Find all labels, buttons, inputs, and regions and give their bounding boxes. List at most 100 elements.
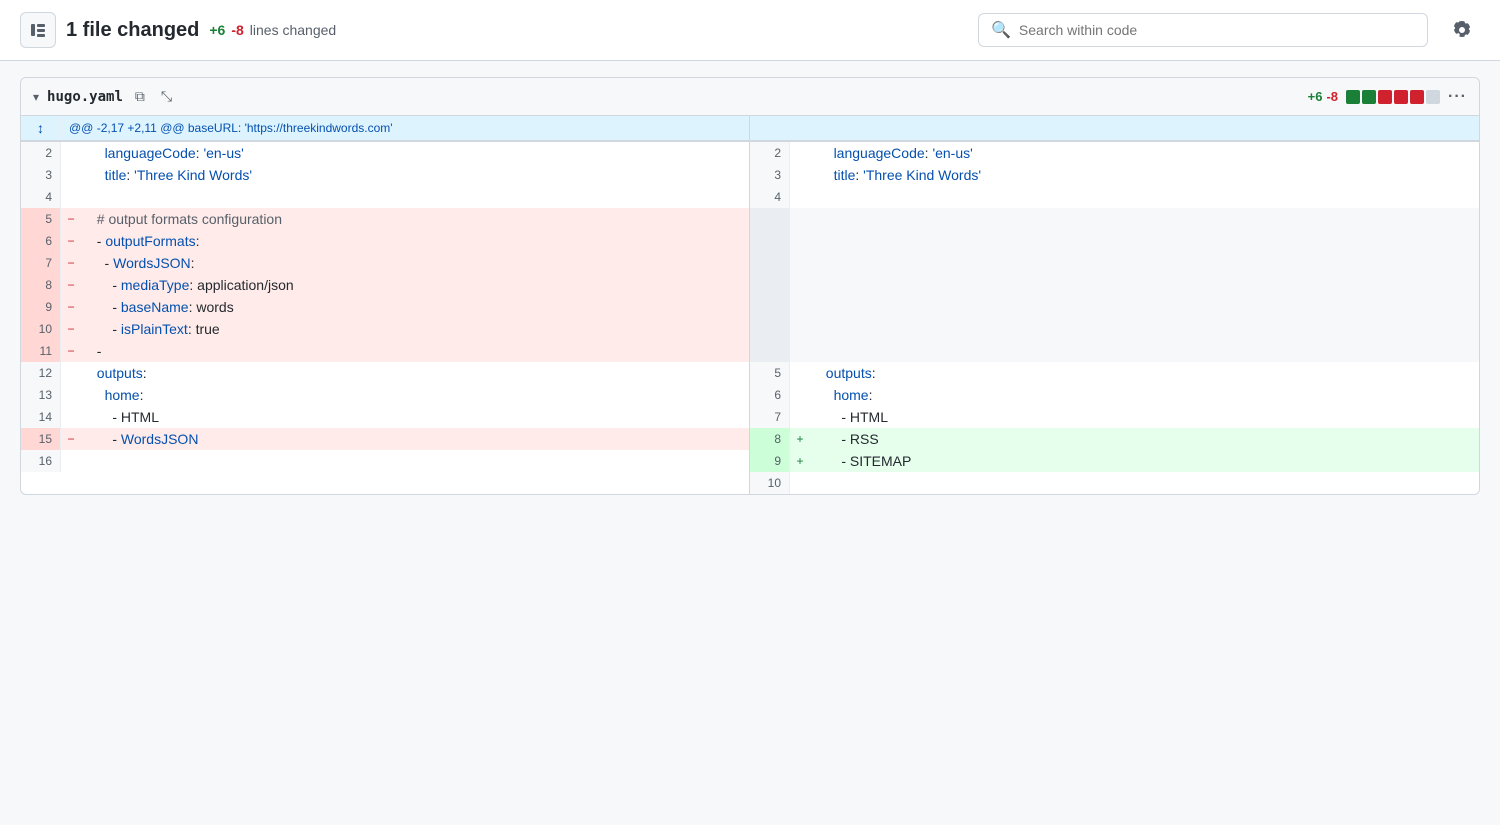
left-line-14: 14 - HTML	[21, 406, 749, 428]
left-line-num-3: 3	[21, 164, 61, 186]
left-line-num-5: 5	[21, 208, 61, 230]
right-empty-num-7	[750, 340, 790, 362]
left-code-3: title: 'Three Kind Words'	[81, 164, 749, 186]
left-code-13: home:	[81, 384, 749, 406]
right-line-num-7: 7	[750, 406, 790, 428]
right-code-10	[810, 472, 1479, 494]
sidebar-toggle-button[interactable]	[20, 12, 56, 48]
right-line-9: 9 + - SITEMAP	[750, 450, 1479, 472]
left-line-16: 16	[21, 450, 749, 472]
left-line-6: 6 − - outputFormats:	[21, 230, 749, 252]
right-marker-6	[790, 384, 810, 406]
left-marker-3	[61, 164, 81, 186]
right-empty-code-7	[810, 340, 1479, 362]
collapse-icon[interactable]: ▾	[33, 90, 39, 104]
left-line-13: 13 home:	[21, 384, 749, 406]
right-marker-8: +	[790, 428, 810, 450]
settings-button[interactable]	[1444, 12, 1480, 48]
stats-label: lines changed	[250, 22, 336, 38]
left-marker-16	[61, 450, 81, 472]
left-line-2: 2 languageCode: 'en-us'	[21, 142, 749, 164]
left-line-num-6: 6	[21, 230, 61, 252]
right-marker-3	[790, 164, 810, 186]
diff-block-5	[1410, 90, 1424, 104]
left-line-num-11: 11	[21, 340, 61, 362]
right-marker-7	[790, 406, 810, 428]
right-line-5: 5 outputs:	[750, 362, 1479, 384]
diff-block-2	[1362, 90, 1376, 104]
right-empty-marker-5	[790, 296, 810, 318]
right-line-3: 3 title: 'Three Kind Words'	[750, 164, 1479, 186]
diff-block-3	[1378, 90, 1392, 104]
left-line-num-4: 4	[21, 186, 61, 208]
more-options-button[interactable]: ···	[1448, 88, 1467, 106]
diff-right-side: 2 languageCode: 'en-us' 3 title: 'Three …	[750, 142, 1479, 494]
right-line-num-2: 2	[750, 142, 790, 164]
left-line-3: 3 title: 'Three Kind Words'	[21, 164, 749, 186]
diff-split-view: 2 languageCode: 'en-us' 3 title: 'Three …	[21, 141, 1479, 494]
right-empty-num-4	[750, 274, 790, 296]
copy-icon[interactable]: ⧉	[131, 86, 149, 107]
left-code-6: - outputFormats:	[81, 230, 749, 252]
left-line-5: 5 − # output formats configuration	[21, 208, 749, 230]
right-code-9: - SITEMAP	[810, 450, 1479, 472]
right-empty-marker-7	[790, 340, 810, 362]
right-code-6: home:	[810, 384, 1479, 406]
right-code-7: - HTML	[810, 406, 1479, 428]
right-line-2: 2 languageCode: 'en-us'	[750, 142, 1479, 164]
right-empty-6	[750, 318, 1479, 340]
right-empty-5	[750, 296, 1479, 318]
expand-icon[interactable]: ⤡	[157, 86, 176, 107]
left-line-10: 10 − - isPlainText: true	[21, 318, 749, 340]
left-code-10: - isPlainText: true	[81, 318, 749, 340]
search-input[interactable]	[1019, 22, 1415, 38]
hunk-info-right	[790, 118, 806, 138]
right-line-num-4: 4	[750, 186, 790, 208]
right-empty-num-1	[750, 208, 790, 230]
left-code-15: - WordsJSON	[81, 428, 749, 450]
file-header-right: +6 -8 ···	[1308, 88, 1467, 106]
search-box[interactable]: 🔍	[978, 13, 1428, 47]
right-empty-marker-2	[790, 230, 810, 252]
hunk-expand-icon-right[interactable]	[750, 118, 790, 138]
left-line-11: 11 − -	[21, 340, 749, 362]
header-left: 1 file changed +6 -8 lines changed	[20, 12, 962, 48]
file-block: ▾ hugo.yaml ⧉ ⤡ +6 -8 ···	[20, 77, 1480, 495]
header: 1 file changed +6 -8 lines changed 🔍	[0, 0, 1500, 61]
left-line-num-15: 15	[21, 428, 61, 450]
left-marker-11: −	[61, 340, 81, 362]
left-line-15: 15 − - WordsJSON	[21, 428, 749, 450]
right-marker-2	[790, 142, 810, 164]
right-empty-code-5	[810, 296, 1479, 318]
right-empty-1	[750, 208, 1479, 230]
right-empty-4	[750, 274, 1479, 296]
left-code-9: - baseName: words	[81, 296, 749, 318]
left-line-7: 7 − - WordsJSON:	[21, 252, 749, 274]
left-code-14: - HTML	[81, 406, 749, 428]
diff-blocks-visual	[1346, 90, 1440, 104]
right-empty-2	[750, 230, 1479, 252]
additions-count: +6	[209, 22, 225, 38]
file-diff-stats: +6 -8	[1308, 89, 1338, 104]
right-line-num-6: 6	[750, 384, 790, 406]
left-marker-13	[61, 384, 81, 406]
right-empty-num-3	[750, 252, 790, 274]
left-marker-14	[61, 406, 81, 428]
diff-block-1	[1346, 90, 1360, 104]
diff-block-6	[1426, 90, 1440, 104]
hunk-expand-icon-left[interactable]: ↕	[21, 118, 61, 138]
diff-left-side: 2 languageCode: 'en-us' 3 title: 'Three …	[21, 142, 750, 494]
right-marker-4	[790, 186, 810, 208]
right-line-10: 10	[750, 472, 1479, 494]
change-stats: +6 -8 lines changed	[209, 22, 336, 38]
left-marker-6: −	[61, 230, 81, 252]
left-line-num-8: 8	[21, 274, 61, 296]
file-deletions: -8	[1326, 89, 1338, 104]
right-line-7: 7 - HTML	[750, 406, 1479, 428]
file-name: hugo.yaml	[47, 89, 123, 105]
right-empty-marker-1	[790, 208, 810, 230]
right-line-num-8: 8	[750, 428, 790, 450]
left-marker-7: −	[61, 252, 81, 274]
right-empty-code-1	[810, 208, 1479, 230]
right-empty-num-5	[750, 296, 790, 318]
